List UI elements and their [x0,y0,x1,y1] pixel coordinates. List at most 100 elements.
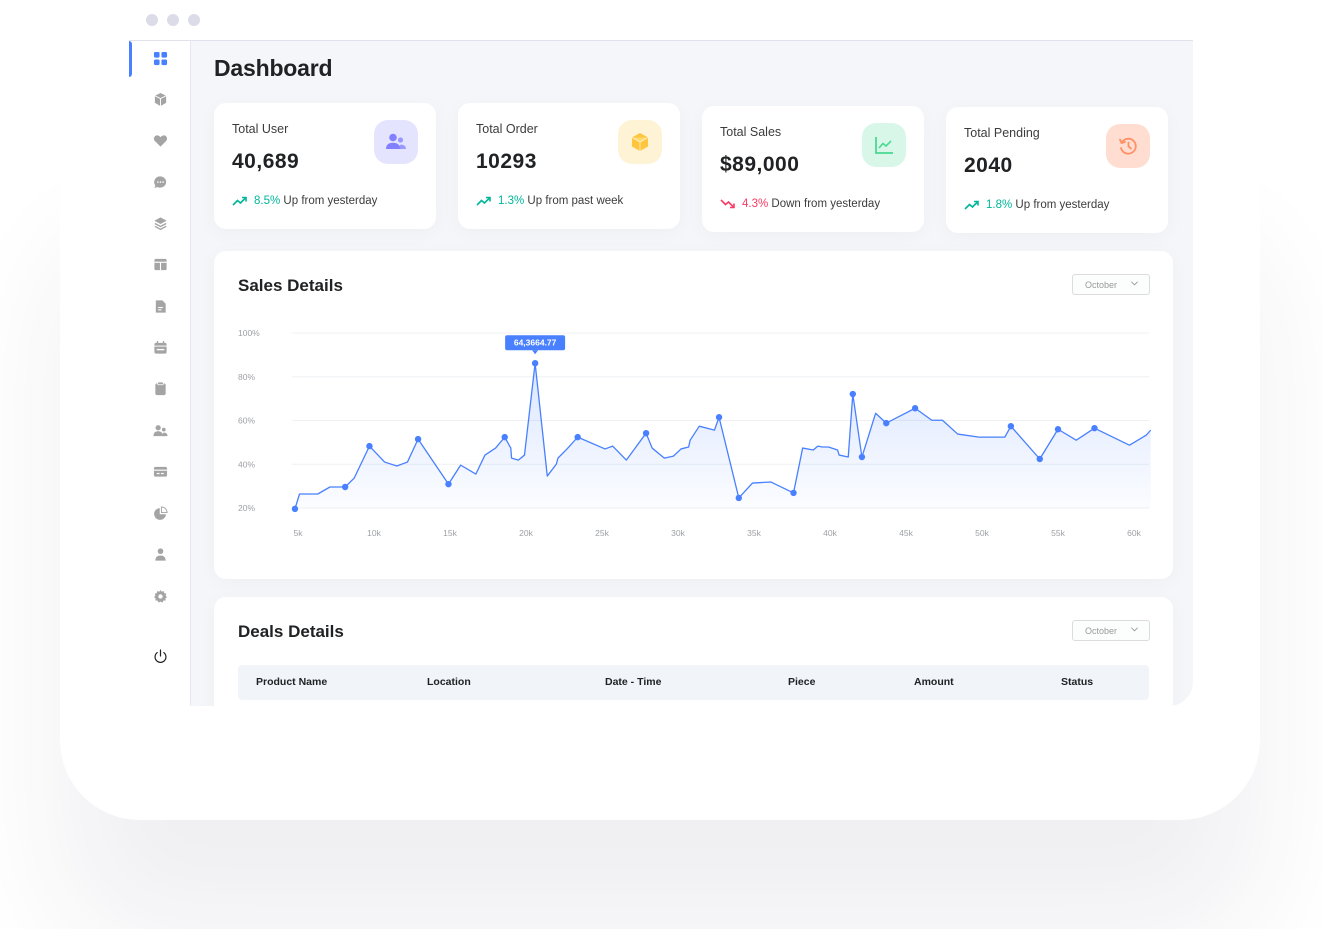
sidebar-item-products[interactable] [129,82,191,116]
trending-up-icon [232,196,247,206]
stat-trend: 4.3% Down from yesterday [720,198,880,210]
column-header-status[interactable]: Status [1061,676,1093,688]
data-point [501,433,508,441]
column-header-date-time[interactable]: Date - Time [605,676,661,688]
y-tick-label: 20% [238,503,255,513]
credit-card-icon [153,466,167,477]
stat-value: 2040 [964,154,1013,177]
sidebar-item-dashboard[interactable] [129,41,191,77]
stat-change: 1.3% [498,195,525,207]
x-tick-label: 50k [975,528,989,538]
deals-month-select[interactable]: October [1072,620,1150,641]
deals-details-panel: Deals Details October Product Name Locat… [214,597,1173,706]
stat-change: 4.3% [742,198,769,210]
grid-icon [153,51,167,65]
stat-change-text: Up from past week [527,195,624,207]
tooltip-arrow [532,350,539,355]
sidebar-item-contact[interactable] [129,413,191,447]
stat-change-text: Up from yesterday [283,195,378,207]
stat-card-total-sales: Total Sales $89,000 4.3% Down from yeste… [702,106,924,232]
cube-icon [154,92,166,106]
stat-trend: 1.3% Up from past week [476,195,623,207]
stat-label: Total Sales [720,125,782,139]
stat-trend: 8.5% Up from yesterday [232,195,377,207]
x-tick-label: 40k [823,528,837,538]
sidebar-item-product-stock[interactable] [129,247,191,281]
stat-value: 10293 [476,150,537,173]
x-tick-label: 15k [443,528,457,538]
stat-change: 1.8% [986,199,1013,211]
column-header-product-name[interactable]: Product Name [256,676,327,688]
stat-label: Total Pending [964,126,1040,140]
data-point [574,433,581,441]
window-controls [146,14,200,26]
heart-icon [153,134,167,147]
x-tick-label: 10k [367,528,381,538]
y-tick-label: 40% [238,459,255,469]
chat-icon [153,175,166,188]
app-window: Dashboard Total User 40,689 8.5% Up from… [129,40,1193,706]
data-point [341,483,349,491]
stat-value: $89,000 [720,153,800,176]
data-point [531,359,539,367]
calendar-icon [153,340,167,354]
column-header-location[interactable]: Location [427,676,471,688]
users-icon [152,424,168,436]
sales-details-panel: Sales Details October 20% 40% 60% 80% 100% 5k… [214,251,1173,579]
layers-icon [153,216,167,230]
data-point [1036,455,1043,463]
sidebar-item-invoice[interactable] [129,454,191,488]
deals-table-header: Product Name Location Date - Time Piece … [238,665,1149,700]
column-header-piece[interactable]: Piece [788,676,815,688]
sidebar-item-calendar[interactable] [129,330,191,364]
data-point [883,419,890,427]
sidebar-item-todo[interactable] [129,371,191,405]
data-point [849,390,856,398]
data-point [1007,422,1015,430]
sidebar-item-team[interactable] [129,537,191,571]
data-point [291,505,299,513]
sidebar-item-settings[interactable] [129,579,191,613]
data-point [858,453,866,461]
trending-down-icon [720,199,735,209]
data-point [715,414,723,421]
gear-icon [153,589,167,602]
stat-icon-container [862,123,906,167]
trending-up-icon [964,200,979,210]
x-tick-label: 55k [1051,528,1065,538]
x-tick-label: 5k [294,528,304,538]
x-tick-label: 20k [519,528,533,538]
column-header-amount[interactable]: Amount [914,676,954,688]
document-icon [155,299,166,313]
tooltip-label: 64,3664.77 [514,338,557,348]
sidebar-item-order-lists[interactable] [129,206,191,240]
data-point [911,405,919,412]
stat-change-text: Up from yesterday [1015,199,1110,211]
y-tick-label: 80% [238,372,255,382]
x-tick-label: 25k [595,528,609,538]
stat-card-total-pending: Total Pending 2040 1.8% Up from yesterda… [946,107,1168,233]
data-point [642,429,650,437]
line-chart-icon [875,137,893,154]
table-icon [153,258,167,270]
deals-month-value: October [1085,625,1118,636]
clipboard-icon [154,381,166,395]
deals-details-title: Deals Details [238,622,344,641]
sidebar-item-ui-elements[interactable] [129,496,191,530]
stat-icon-container [374,120,418,164]
sidebar-item-inbox[interactable] [129,165,191,199]
sidebar-item-favorites[interactable] [129,123,191,157]
power-icon [154,648,166,663]
sidebar-item-logout[interactable] [129,639,191,673]
close-dot-icon[interactable] [146,14,158,26]
main-content: Dashboard Total User 40,689 8.5% Up from… [191,41,1193,706]
chevron-down-icon [1131,627,1138,632]
stat-change-text: Down from yesterday [771,198,881,210]
stat-icon-container [618,120,662,164]
x-tick-label: 60k [1127,528,1141,538]
maximize-dot-icon[interactable] [188,14,200,26]
data-point [1091,424,1098,432]
minimize-dot-icon[interactable] [167,14,179,26]
sidebar-item-pricing[interactable] [129,289,191,323]
history-icon [1119,137,1137,155]
